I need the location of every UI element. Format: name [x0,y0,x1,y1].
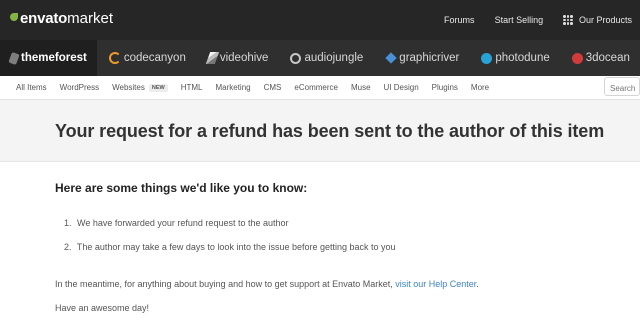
marketplace-videohive[interactable]: videohive [202,40,275,76]
category-all-items[interactable]: All Items [16,83,47,92]
marketplace-audiojungle[interactable]: audiojungle [284,40,369,76]
step-text: We have forwarded your refund request to… [77,218,289,228]
graphicriver-icon [385,52,397,64]
our-products-menu[interactable]: Our Products [563,15,640,25]
grid-icon [563,15,573,25]
marketplace-label: graphicriver [399,52,460,64]
category-cms[interactable]: CMS [264,83,282,92]
marketplace-label: audiojungle [304,52,364,64]
category-plugins[interactable]: Plugins [432,83,458,92]
steps-list: 1. We have forwarded your refund request… [64,218,396,266]
step-number: 1. [64,218,72,228]
start-selling-link[interactable]: Start Selling [495,15,544,25]
marketplace-label: codecanyon [123,52,186,64]
category-wordpress[interactable]: WordPress [60,83,99,92]
category-label: Websites [112,83,145,92]
meantime-end: . [476,279,479,289]
step-text: The author may take a few days to look i… [76,242,396,252]
3docean-icon [571,52,583,64]
marketplace-label: photodune [495,52,550,64]
new-badge: NEW [148,83,168,92]
category-html[interactable]: HTML [181,83,203,92]
marketplace-label: videohive [219,52,269,64]
info-heading: Here are some things we'd like you to kn… [55,181,308,195]
marketplace-nav: themeforest codecanyon videohive audioju… [0,40,640,76]
list-item: 1. We have forwarded your refund request… [64,218,396,230]
top-bar: envato market Forums Start Selling Our P… [0,0,640,40]
category-ecommerce[interactable]: eCommerce [294,83,338,92]
category-websites[interactable]: Websites NEW [112,83,168,92]
envato-leaf-icon [10,13,18,21]
category-ui-design[interactable]: UI Design [384,83,419,92]
marketplace-codecanyon[interactable]: codecanyon [103,40,192,76]
marketplace-photodune[interactable]: photodune [475,40,555,76]
step-number: 2. [64,242,72,252]
help-center-link[interactable]: visit our Help Center [395,279,476,289]
logo-brand-light: market [67,9,113,27]
envato-market-logo[interactable]: envato market [10,9,113,27]
top-links: Forums Start Selling Our Products [444,0,640,40]
category-more[interactable]: More [471,83,489,92]
marketplace-themeforest[interactable]: themeforest [0,40,97,76]
marketplace-label: 3docean [585,52,630,64]
search-box [604,77,640,97]
forums-link[interactable]: Forums [444,15,475,25]
photodune-icon [481,52,493,64]
codecanyon-icon [108,52,121,64]
logo-brand-bold: envato [20,9,68,27]
meantime-text: In the meantime, for anything about buyi… [55,279,393,289]
signoff-text: Have an awesome day! [55,303,150,313]
audiojungle-icon [290,52,302,64]
videohive-icon [205,52,220,64]
list-item: 2. The author may take a few days to loo… [64,242,396,254]
our-products-label: Our Products [578,15,632,25]
page-title: Your request for a refund has been sent … [55,121,605,141]
confirmation-banner: Your request for a refund has been sent … [0,100,640,162]
search-input[interactable] [605,80,639,97]
category-marketing[interactable]: Marketing [215,83,250,92]
themeforest-icon [8,51,20,65]
category-muse[interactable]: Muse [351,83,371,92]
category-nav: All Items WordPress Websites NEW HTML Ma… [0,76,640,100]
marketplace-label: themeforest [21,52,87,64]
meantime-paragraph: In the meantime, for anything about buyi… [55,279,479,289]
marketplace-graphicriver[interactable]: graphicriver [379,40,465,76]
marketplace-3docean[interactable]: 3docean [566,40,636,76]
